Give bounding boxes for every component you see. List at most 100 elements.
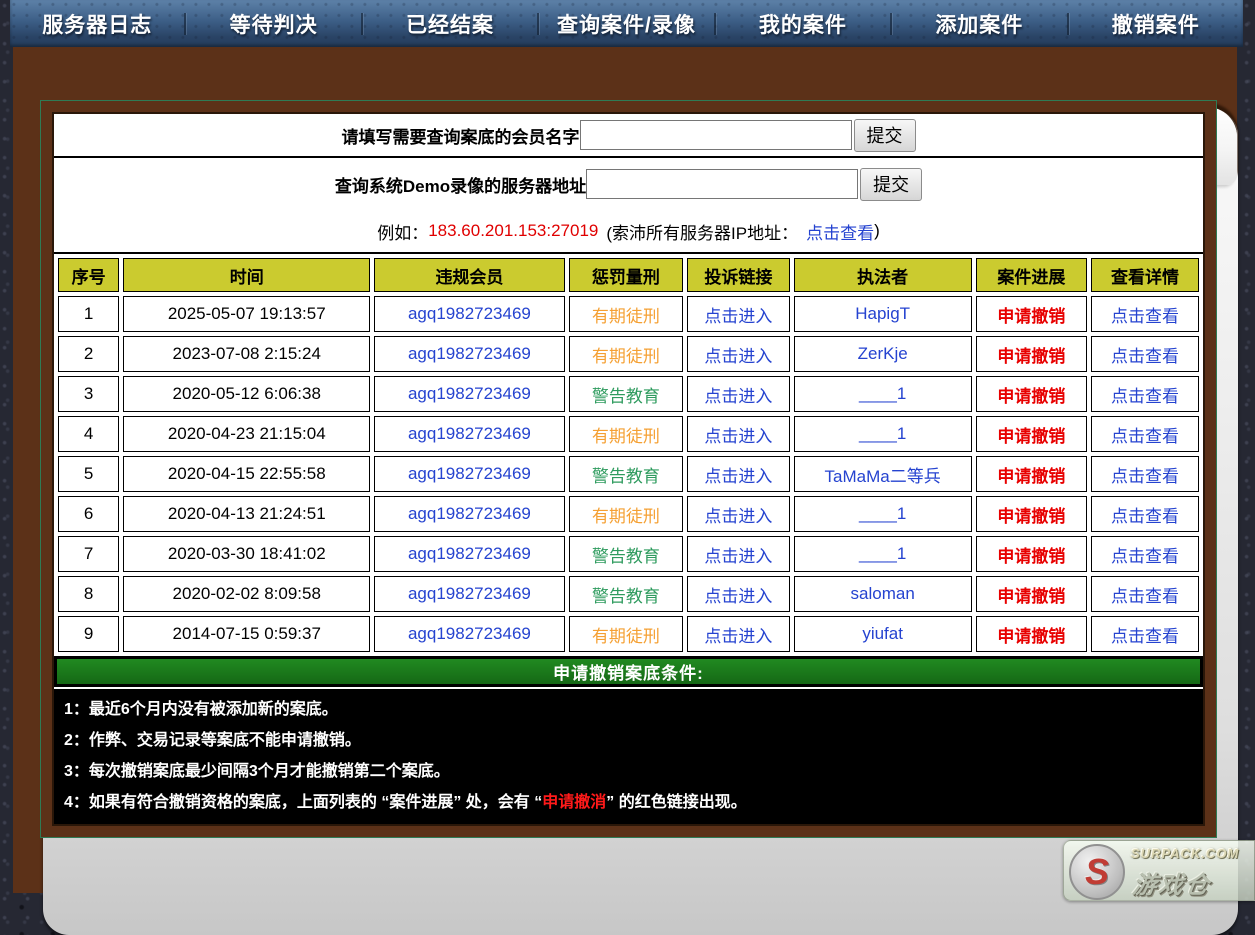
- nav-query-cases[interactable]: 查询案件/录像: [539, 9, 713, 39]
- complaint-link[interactable]: 点击进入: [704, 627, 772, 646]
- view-detail-link[interactable]: 点击查看: [1111, 387, 1179, 406]
- apply-revoke-link[interactable]: 申请撤销: [997, 587, 1065, 606]
- enforcer-link[interactable]: TaMaMa二等兵: [825, 467, 941, 486]
- penalty-label: 有期徒刑: [592, 427, 660, 446]
- case-time: 2023-07-08 2:15:24: [123, 336, 370, 372]
- example-suffix: ): [874, 221, 880, 241]
- complaint-link[interactable]: 点击进入: [704, 587, 772, 606]
- case-time: 2020-03-30 18:41:02: [123, 536, 370, 572]
- header-enforcer: 执法者: [794, 258, 972, 292]
- condition-2: 2：作弊、交易记录等案底不能申请撤销。: [64, 725, 1193, 756]
- case-time: 2020-04-23 21:15:04: [123, 416, 370, 452]
- apply-revoke-link[interactable]: 申请撤销: [997, 387, 1065, 406]
- case-index: 5: [58, 456, 119, 492]
- penalty-label: 警告教育: [592, 587, 660, 606]
- case-time: 2020-02-02 8:09:58: [123, 576, 370, 612]
- view-server-ips-link[interactable]: 点击查看: [806, 219, 874, 244]
- enforcer-link[interactable]: ____1: [859, 544, 906, 563]
- example-ip-address: 183.60.201.153:27019: [428, 221, 598, 241]
- penalty-label: 警告教育: [592, 387, 660, 406]
- table-row: 3 2020-05-12 6:06:38 agq1982723469 警告教育 …: [58, 376, 1199, 412]
- complaint-link[interactable]: 点击进入: [704, 347, 772, 366]
- case-index: 2: [58, 336, 119, 372]
- member-name-input[interactable]: [580, 120, 852, 150]
- table-row: 9 2014-07-15 0:59:37 agq1982723469 有期徒刑 …: [58, 616, 1199, 652]
- apply-revoke-link[interactable]: 申请撤销: [997, 307, 1065, 326]
- complaint-link[interactable]: 点击进入: [704, 547, 772, 566]
- member-link[interactable]: agq1982723469: [408, 584, 531, 603]
- table-row: 1 2025-05-07 19:13:57 agq1982723469 有期徒刑…: [58, 296, 1199, 332]
- member-link[interactable]: agq1982723469: [408, 544, 531, 563]
- enforcer-link[interactable]: yiufat: [862, 624, 903, 643]
- demo-address-submit-button[interactable]: 提交: [860, 168, 922, 201]
- header-detail: 查看详情: [1091, 258, 1199, 292]
- enforcer-link[interactable]: ____1: [859, 384, 906, 403]
- revoke-conditions-bar: 申请撤销案底条件:: [54, 656, 1203, 687]
- penalty-label: 有期徒刑: [592, 307, 660, 326]
- view-detail-link[interactable]: 点击查看: [1111, 347, 1179, 366]
- member-link[interactable]: agq1982723469: [408, 344, 531, 363]
- nav-my-cases[interactable]: 我的案件: [716, 9, 890, 39]
- case-time: 2014-07-15 0:59:37: [123, 616, 370, 652]
- member-link[interactable]: agq1982723469: [408, 464, 531, 483]
- apply-revoke-link[interactable]: 申请撤销: [997, 627, 1065, 646]
- enforcer-link[interactable]: saloman: [851, 584, 915, 603]
- nav-awaiting-judgement[interactable]: 等待判决: [186, 9, 360, 39]
- member-link[interactable]: agq1982723469: [408, 384, 531, 403]
- complaint-link[interactable]: 点击进入: [704, 467, 772, 486]
- example-line: 例如： 183.60.201.153:27019 (索沛所有服务器IP地址： 点…: [54, 210, 1203, 252]
- demo-address-input[interactable]: [586, 169, 858, 199]
- member-link[interactable]: agq1982723469: [408, 504, 531, 523]
- table-row: 2 2023-07-08 2:15:24 agq1982723469 有期徒刑 …: [58, 336, 1199, 372]
- revoke-conditions-list: 1：最近6个月内没有被添加新的案底。 2：作弊、交易记录等案底不能申请撤销。 3…: [54, 689, 1203, 824]
- nav-add-case[interactable]: 添加案件: [892, 9, 1066, 39]
- view-detail-link[interactable]: 点击查看: [1111, 467, 1179, 486]
- table-row: 5 2020-04-15 22:55:58 agq1982723469 警告教育…: [58, 456, 1199, 492]
- case-index: 6: [58, 496, 119, 532]
- complaint-link[interactable]: 点击进入: [704, 427, 772, 446]
- penalty-label: 警告教育: [592, 547, 660, 566]
- view-detail-link[interactable]: 点击查看: [1111, 507, 1179, 526]
- watermark-site-text: SURPACK.COM: [1131, 846, 1239, 861]
- case-index: 4: [58, 416, 119, 452]
- member-link[interactable]: agq1982723469: [408, 424, 531, 443]
- complaint-link[interactable]: 点击进入: [704, 307, 772, 326]
- case-time: 2020-05-12 6:06:38: [123, 376, 370, 412]
- member-name-submit-button[interactable]: 提交: [854, 119, 916, 152]
- nav-closed-cases[interactable]: 已经结案: [363, 9, 537, 39]
- complaint-link[interactable]: 点击进入: [704, 507, 772, 526]
- view-detail-link[interactable]: 点击查看: [1111, 427, 1179, 446]
- view-detail-link[interactable]: 点击查看: [1111, 547, 1179, 566]
- condition-3: 3：每次撤销案底最少间隔3个月才能撤销第二个案底。: [64, 756, 1193, 787]
- header-member: 违规会员: [374, 258, 564, 292]
- view-detail-link[interactable]: 点击查看: [1111, 587, 1179, 606]
- case-time: 2020-04-13 21:24:51: [123, 496, 370, 532]
- member-name-query-row: 请填写需要查询案底的会员名字 提交: [54, 114, 1203, 158]
- enforcer-link[interactable]: ZerKje: [858, 344, 908, 363]
- example-prefix: 例如：: [377, 219, 428, 244]
- view-detail-link[interactable]: 点击查看: [1111, 627, 1179, 646]
- view-detail-link[interactable]: 点击查看: [1111, 307, 1179, 326]
- watermark-label-text: 游戏仓: [1131, 865, 1214, 900]
- apply-revoke-link[interactable]: 申请撤销: [997, 347, 1065, 366]
- enforcer-link[interactable]: ____1: [859, 424, 906, 443]
- case-index: 3: [58, 376, 119, 412]
- nav-revoke-case[interactable]: 撤销案件: [1069, 9, 1243, 39]
- header-progress: 案件进展: [976, 258, 1087, 292]
- demo-address-label: 查询系统Demo录像的服务器地址: [335, 172, 586, 197]
- table-row: 6 2020-04-13 21:24:51 agq1982723469 有期徒刑…: [58, 496, 1199, 532]
- complaint-link[interactable]: 点击进入: [704, 387, 772, 406]
- nav-server-log[interactable]: 服务器日志: [10, 9, 184, 39]
- enforcer-link[interactable]: ____1: [859, 504, 906, 523]
- penalty-label: 警告教育: [592, 467, 660, 486]
- apply-revoke-link[interactable]: 申请撤销: [997, 467, 1065, 486]
- top-navbar: 服务器日志 等待判决 已经结案 查询案件/录像 我的案件 添加案件 撤销案件: [10, 0, 1243, 47]
- enforcer-link[interactable]: HapigT: [855, 304, 910, 323]
- demo-query-section: 查询系统Demo录像的服务器地址 提交 例如： 183.60.201.153:2…: [54, 158, 1203, 254]
- apply-revoke-link[interactable]: 申请撤销: [997, 547, 1065, 566]
- apply-revoke-link[interactable]: 申请撤销: [997, 507, 1065, 526]
- header-complaint: 投诉链接: [687, 258, 789, 292]
- member-link[interactable]: agq1982723469: [408, 624, 531, 643]
- apply-revoke-link[interactable]: 申请撤销: [997, 427, 1065, 446]
- member-link[interactable]: agq1982723469: [408, 304, 531, 323]
